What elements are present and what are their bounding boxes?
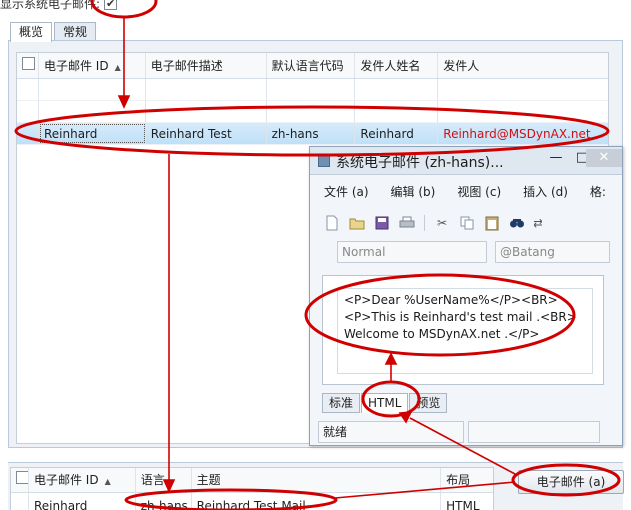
editor-toolbar: ✂ ⇄ [324,213,542,233]
code-line-1[interactable]: <P>Dear %UserName%</P><BR> [344,293,558,307]
grid-header: 电子邮件 ID ▲ 电子邮件描述 默认语言代码 发件人姓名 发件人 [17,53,608,79]
cell-email-id[interactable]: Reinhard [29,493,136,510]
window-title: 系统电子邮件 (zh-hans)... [336,155,504,171]
paragraph-style-dropdown[interactable]: Normal [337,241,487,263]
menu-edit[interactable]: 编辑 (b) [391,183,436,200]
table-row[interactable]: Reinhard zh-hans Reinhard Test Mail HTML [11,493,493,510]
row-selector[interactable] [17,123,39,144]
sort-up-icon: ▲ [114,63,121,72]
menu-view[interactable]: 视图 (c) [457,183,501,200]
col-language[interactable]: 语言 [136,468,192,492]
table-row[interactable]: Reinhard Reinhard Test zh-hans Reinhard … [17,123,608,145]
status-panel-2 [468,421,600,443]
select-all-checkbox[interactable] [11,468,29,492]
show-system-email-checkbox[interactable]: ✔ [104,0,118,10]
tab-preview[interactable]: 预览 [409,393,448,413]
menu-file[interactable]: 文件 (a) [324,183,369,200]
cell-sender[interactable]: Reinhard@MSDynAX.net [438,123,608,144]
tab-standard[interactable]: 标准 [322,393,361,413]
row-selector[interactable] [11,493,29,510]
cell-layout[interactable]: HTML [441,493,493,510]
status-text: 就绪 [318,421,464,443]
paste-icon[interactable] [484,215,500,231]
col-email-id[interactable]: 电子邮件 ID ▲ [29,468,136,492]
replace-icon[interactable]: ⇄ [534,215,542,231]
window-titlebar[interactable]: 系统电子邮件 (zh-hans)... — □ ✕ [310,147,622,175]
print-icon[interactable] [399,215,415,231]
select-all-checkbox[interactable] [17,53,39,78]
col-subject[interactable]: 主题 [192,468,442,492]
minimize-icon[interactable]: — [546,149,566,167]
table-row-empty [17,79,608,101]
cell-email-id[interactable]: Reinhard [39,123,146,144]
tab-html[interactable]: HTML [361,393,409,413]
cell-sender-name[interactable]: Reinhard [355,123,439,144]
cell-email-description[interactable]: Reinhard Test [146,123,267,144]
font-dropdown[interactable]: @Batang [495,241,610,263]
table-row-empty [17,101,608,123]
close-icon[interactable]: ✕ [586,149,622,167]
system-email-window: 系统电子邮件 (zh-hans)... — □ ✕ 文件 (a) 编辑 (b) … [309,146,623,446]
toolbar-divider [424,215,425,231]
col-email-id[interactable]: 电子邮件 ID ▲ [39,53,146,78]
col-default-language[interactable]: 默认语言代码 [267,53,356,78]
save-icon[interactable] [374,215,390,231]
cut-icon[interactable]: ✂ [434,215,450,231]
form-tabs: 概览 常规 [10,22,98,42]
code-line-3[interactable]: Welcome to MSDynAX.net .</P> [344,327,539,341]
find-icon[interactable] [509,215,525,231]
show-system-email-label: 显示系统电子邮件: [0,0,101,11]
template-grid-header: 电子邮件 ID ▲ 语言 主题 布局 [11,468,493,493]
tab-overview[interactable]: 概览 [10,22,53,42]
menu-insert[interactable]: 插入 (d) [523,183,568,200]
show-system-email-row: 显示系统电子邮件: ✔ [0,0,118,11]
menu-format[interactable]: 格: [590,183,606,200]
sort-up-icon: ▲ [104,477,111,486]
code-line-2[interactable]: <P>This is Reinhard's test mail .<BR> [344,310,577,324]
editor-view-tabs: 标准 HTML 预览 [322,393,448,413]
open-folder-icon[interactable] [349,215,365,231]
window-app-icon [318,155,330,167]
new-document-icon[interactable] [324,215,340,231]
tab-general[interactable]: 常规 [54,22,97,41]
cell-language[interactable]: zh-hans [136,493,192,510]
col-email-id-label: 电子邮件 ID [33,473,99,487]
col-layout[interactable]: 布局 [441,468,493,492]
template-grid: 电子邮件 ID ▲ 语言 主题 布局 Reinhard zh-hans Reinh… [10,467,494,510]
col-email-id-label: 电子邮件 ID [43,59,109,73]
col-email-description[interactable]: 电子邮件描述 [146,53,267,78]
col-sender-name[interactable]: 发件人姓名 [355,53,439,78]
status-bar: 就绪 [318,421,614,445]
menu-bar: 文件 (a) 编辑 (b) 视图 (c) 插入 (d) 格: [324,183,628,200]
email-button[interactable]: 电子邮件 (a) [518,470,624,494]
col-sender[interactable]: 发件人 [438,53,608,78]
copy-icon[interactable] [459,215,475,231]
cell-default-language[interactable]: zh-hans [267,123,356,144]
cell-subject[interactable]: Reinhard Test Mail [192,493,442,510]
